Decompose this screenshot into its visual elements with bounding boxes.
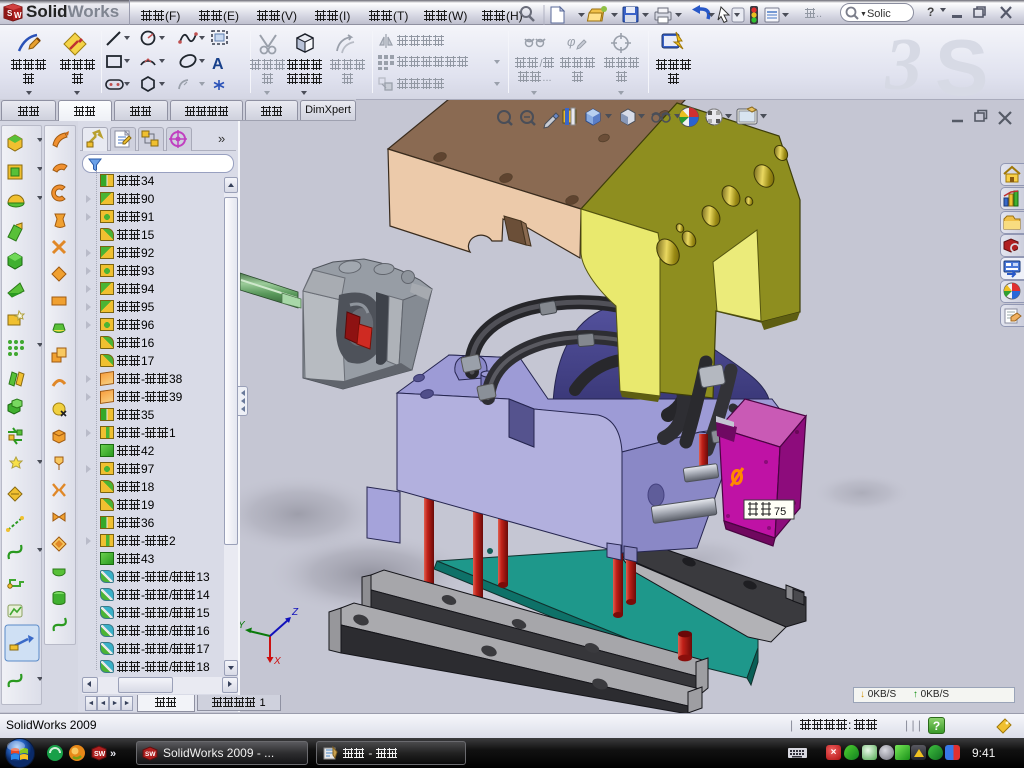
svg-text:SW: SW	[94, 751, 106, 758]
svg-text:75: 75	[774, 506, 786, 518]
svg-text:S: S	[7, 9, 13, 18]
svg-text:Z: Z	[291, 607, 299, 618]
svg-text:W: W	[14, 11, 22, 20]
svg-text:SW: SW	[145, 751, 156, 758]
svg-text:A: A	[212, 56, 224, 73]
svg-text:S: S	[935, 23, 988, 99]
svg-text:X: X	[273, 656, 281, 667]
svg-text:3: 3	[885, 24, 922, 99]
svg-text:»: »	[110, 748, 116, 760]
svg-text:φ: φ	[567, 34, 576, 49]
